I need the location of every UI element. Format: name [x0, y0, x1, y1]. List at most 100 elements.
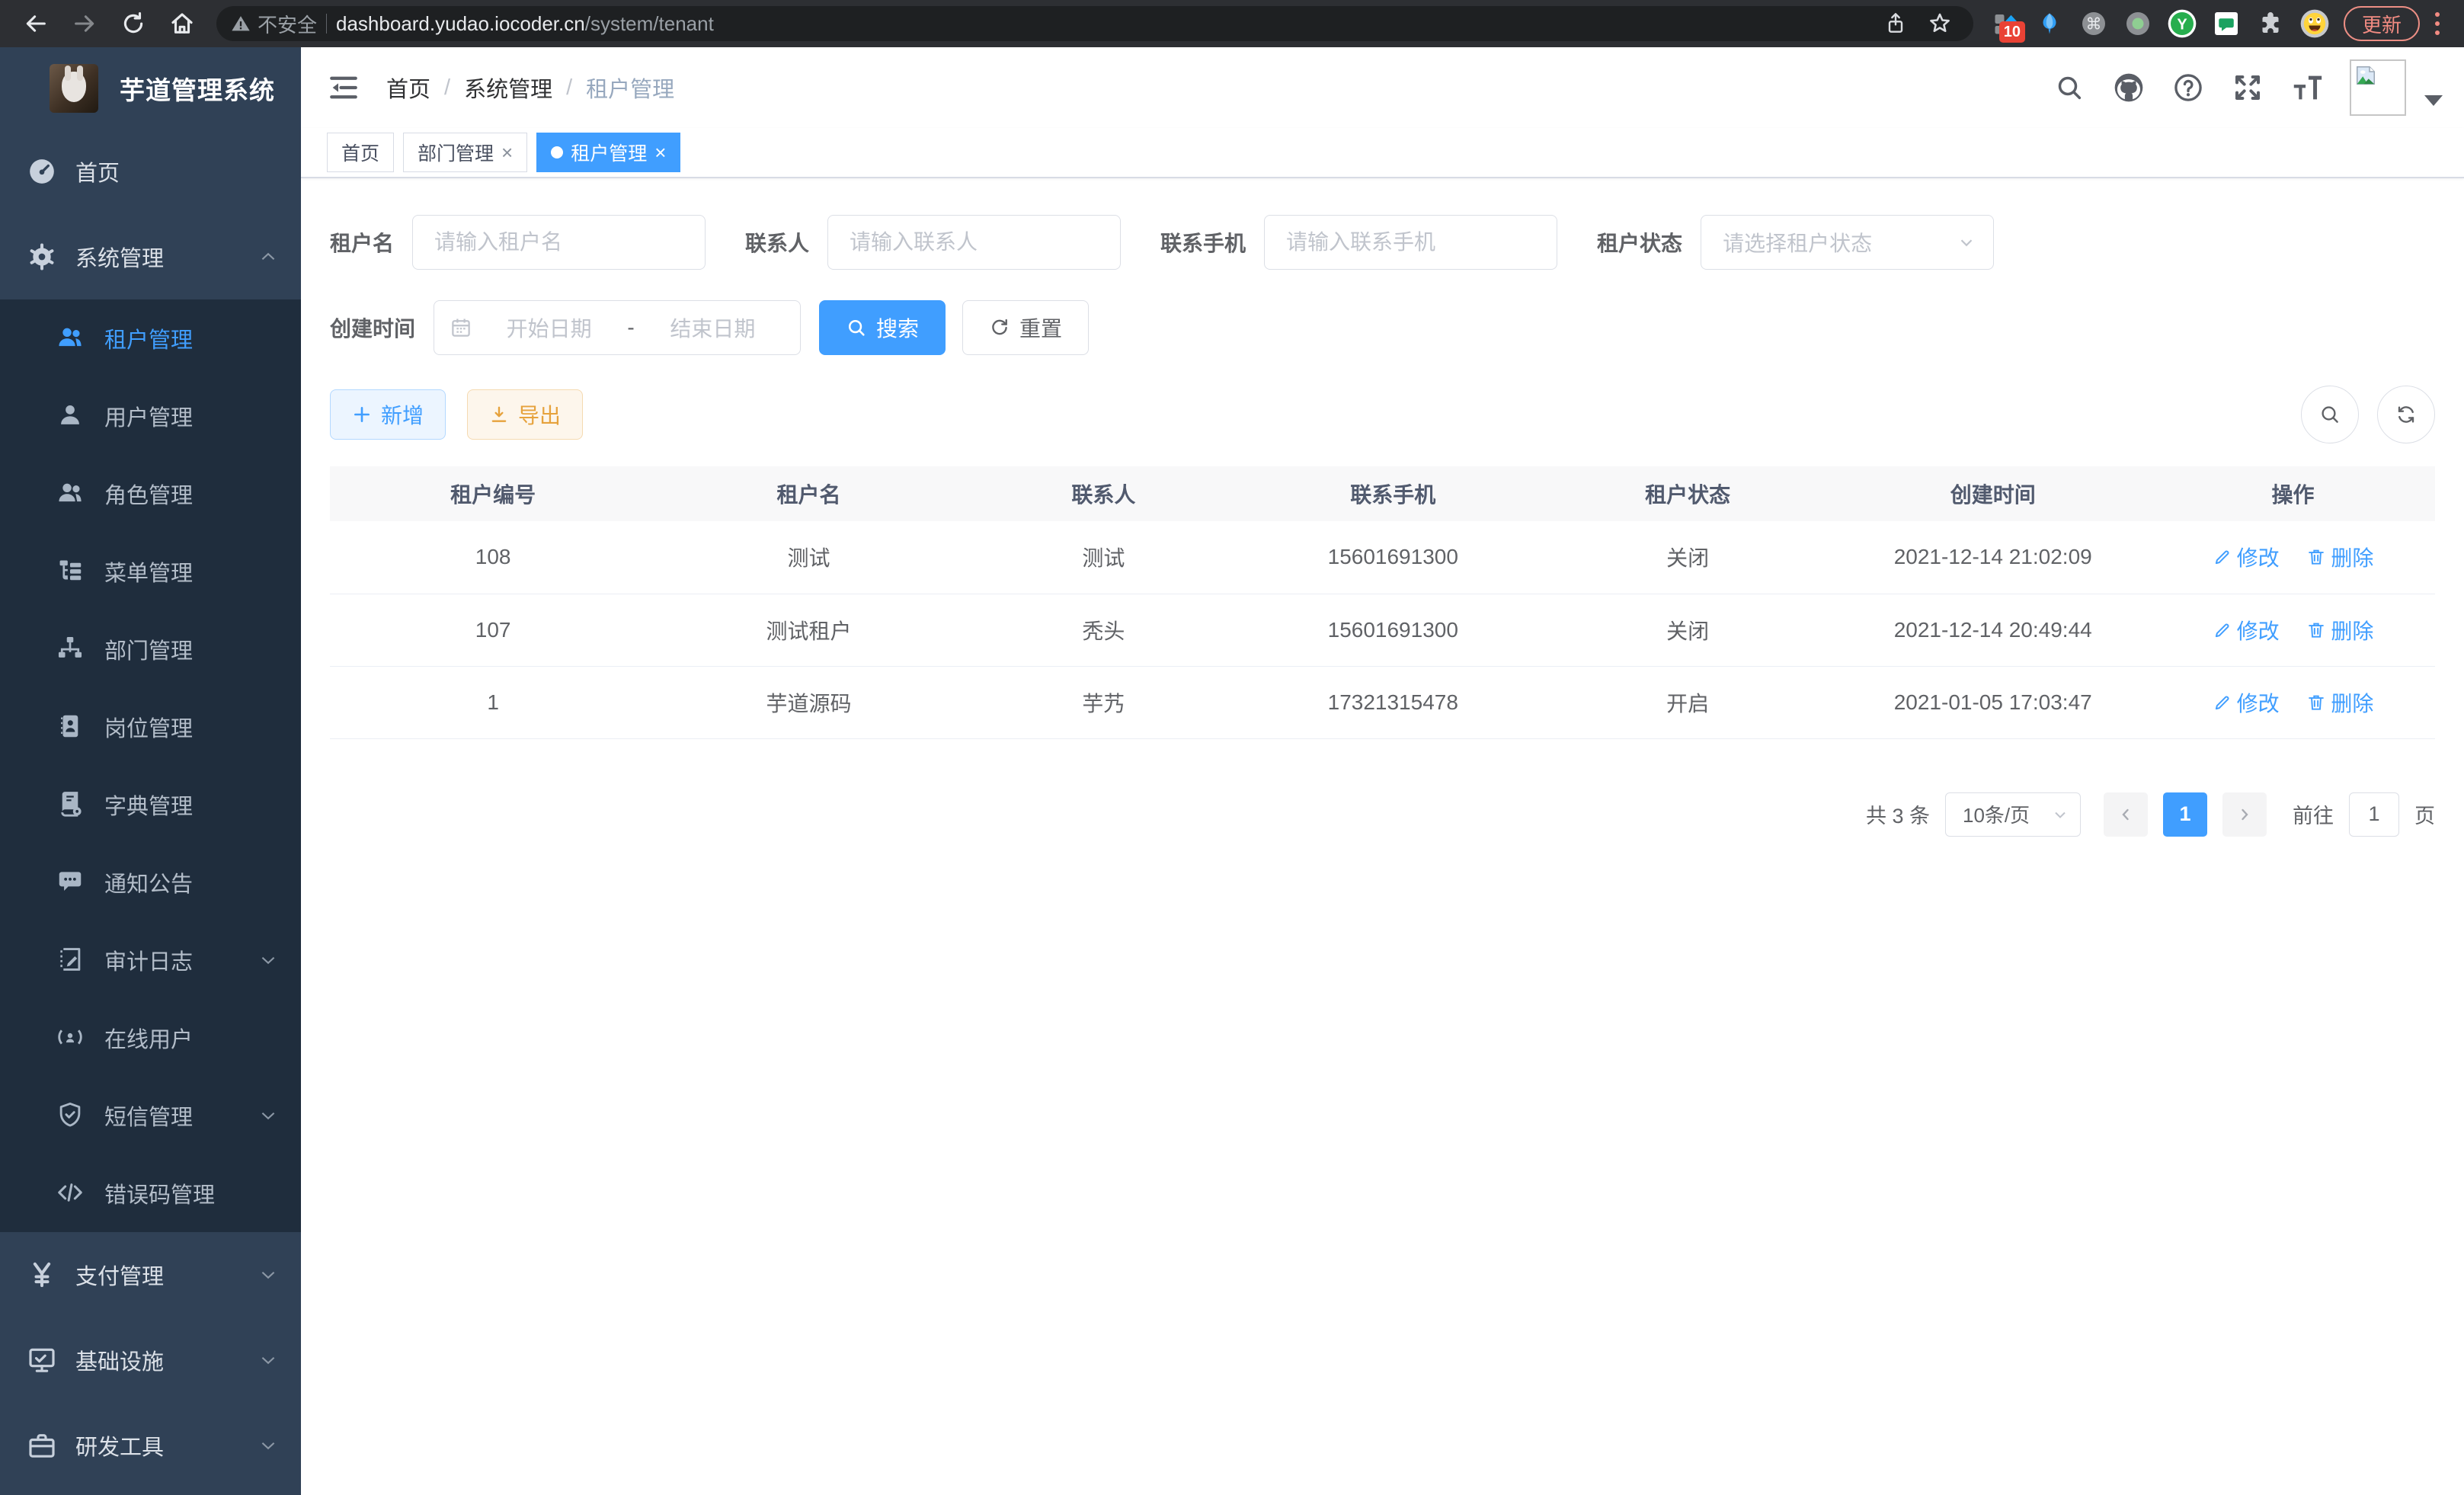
goto-label: 前往 — [2293, 799, 2334, 829]
delete-link[interactable]: 删除 — [2306, 687, 2373, 718]
home-icon[interactable] — [160, 6, 204, 41]
refresh-icon — [989, 317, 1010, 338]
sidebar-item-notice[interactable]: 通知公告 — [0, 844, 301, 921]
delete-link[interactable]: 删除 — [2306, 542, 2373, 572]
insecure-warning[interactable]: 不安全 — [230, 10, 317, 38]
col-mobile: 联系手机 — [1246, 466, 1541, 521]
update-button[interactable]: 更新 — [2344, 6, 2420, 41]
extension-lens-icon[interactable] — [2118, 6, 2158, 41]
goto-page-input[interactable] — [2349, 792, 2399, 837]
col-actions: 操作 — [2151, 466, 2435, 521]
extension-tampermonkey-icon[interactable]: 10 — [1986, 6, 2025, 41]
forward-icon[interactable] — [62, 6, 107, 41]
avatar[interactable] — [2350, 59, 2406, 116]
help-icon[interactable] — [2164, 63, 2213, 112]
avatar-caret-icon[interactable] — [2424, 95, 2443, 106]
extension-emoji-icon[interactable] — [2295, 6, 2334, 41]
github-icon[interactable] — [2104, 63, 2153, 112]
sidebar-item-user[interactable]: 用户管理 — [0, 377, 301, 455]
sidebar-item-menu[interactable]: 菜单管理 — [0, 533, 301, 610]
url-divider — [326, 14, 327, 34]
back-icon[interactable] — [14, 6, 58, 41]
date-range-picker[interactable]: 开始日期 - 结束日期 — [434, 300, 801, 355]
refresh-table-button[interactable] — [2377, 386, 2435, 443]
page-1-button[interactable]: 1 — [2163, 792, 2207, 837]
bookmark-star-icon[interactable] — [1920, 6, 1960, 41]
monitor-icon — [27, 1345, 57, 1375]
insecure-label: 不安全 — [258, 10, 317, 38]
search-icon — [846, 317, 867, 338]
col-tenant-id: 租户编号 — [330, 466, 656, 521]
chevron-down-icon — [258, 1106, 278, 1125]
address-bar[interactable]: 不安全 dashboard.yudao.iocoder.cn/system/te… — [216, 6, 1973, 41]
tenant-name-label: 租户名 — [330, 227, 394, 258]
sidebar-item-devtool[interactable]: 研发工具 — [0, 1403, 301, 1488]
close-icon[interactable]: × — [654, 142, 666, 162]
contact-input[interactable] — [827, 215, 1121, 270]
create-time-label: 创建时间 — [330, 312, 415, 343]
edit-link[interactable]: 修改 — [2213, 687, 2280, 718]
tab-home[interactable]: 首页 — [327, 133, 394, 172]
breadcrumb-system[interactable]: 系统管理 — [464, 72, 552, 104]
trash-icon — [2306, 547, 2326, 567]
sidebar-item-pay[interactable]: 支付管理 — [0, 1232, 301, 1317]
add-button[interactable]: 新增 — [330, 389, 446, 440]
breadcrumb-home[interactable]: 首页 — [386, 72, 430, 104]
code-icon — [56, 1178, 86, 1208]
extension-kite-icon[interactable] — [2030, 6, 2069, 41]
page-size-select[interactable]: 10条/页 — [1945, 792, 2081, 837]
extension-command-icon[interactable]: ⌘ — [2074, 6, 2114, 41]
plus-icon — [352, 405, 372, 424]
download-icon — [489, 405, 509, 424]
tab-dept[interactable]: 部门管理× — [403, 133, 527, 172]
reload-icon[interactable] — [111, 6, 155, 41]
extension-chat-icon[interactable] — [2206, 6, 2246, 41]
extension-y-icon[interactable]: Y — [2162, 6, 2202, 41]
export-button[interactable]: 导出 — [467, 389, 583, 440]
status-label: 租户状态 — [1597, 227, 1682, 258]
sidebar-item-dict[interactable]: 字典管理 — [0, 766, 301, 844]
url-text[interactable]: dashboard.yudao.iocoder.cn/system/tenant — [336, 12, 714, 36]
font-size-icon[interactable] — [2283, 63, 2331, 112]
sidebar-item-role[interactable]: 角色管理 — [0, 455, 301, 533]
next-page-button[interactable] — [2222, 792, 2267, 837]
extension-puzzle-icon[interactable] — [2251, 6, 2290, 41]
chevron-down-icon — [258, 1436, 278, 1455]
contact-label: 联系人 — [745, 227, 809, 258]
sidebar-item-dept[interactable]: 部门管理 — [0, 610, 301, 688]
mobile-input[interactable] — [1264, 215, 1557, 270]
share-icon[interactable] — [1876, 6, 1915, 41]
yen-icon — [27, 1260, 57, 1290]
prev-page-button[interactable] — [2104, 792, 2148, 837]
sidebar-item-system[interactable]: 系统管理 — [0, 214, 301, 299]
search-button[interactable]: 搜索 — [819, 300, 946, 355]
reset-button[interactable]: 重置 — [962, 300, 1089, 355]
sidebar-item-infra[interactable]: 基础设施 — [0, 1317, 301, 1403]
sidebar-logo[interactable]: 芋道管理系统 — [0, 47, 301, 129]
toggle-search-button[interactable] — [2301, 386, 2359, 443]
tab-tenant[interactable]: 租户管理× — [536, 133, 680, 172]
gear-icon — [27, 242, 57, 272]
sidebar-item-sms[interactable]: 短信管理 — [0, 1077, 301, 1154]
org-chart-icon — [56, 634, 86, 664]
tenant-name-input[interactable] — [412, 215, 706, 270]
sidebar-item-online-user[interactable]: 在线用户 — [0, 999, 301, 1077]
header-search-icon[interactable] — [2045, 63, 2094, 112]
calendar-icon — [450, 316, 472, 339]
sidebar-item-tenant[interactable]: 租户管理 — [0, 299, 301, 377]
status-select[interactable]: 请选择租户状态 — [1701, 215, 1994, 270]
sidebar-item-errcode[interactable]: 错误码管理 — [0, 1154, 301, 1232]
close-icon[interactable]: × — [501, 142, 513, 162]
edit-link[interactable]: 修改 — [2213, 542, 2280, 572]
logo-rabbit-image — [50, 64, 98, 113]
fullscreen-icon[interactable] — [2223, 63, 2272, 112]
browser-menu-icon[interactable] — [2424, 12, 2450, 35]
sidebar-collapse-icon[interactable] — [325, 69, 362, 106]
sidebar-item-post[interactable]: 岗位管理 — [0, 688, 301, 766]
delete-link[interactable]: 删除 — [2306, 615, 2373, 645]
sidebar-item-audit-log[interactable]: 审计日志 — [0, 921, 301, 999]
search-icon — [2318, 403, 2341, 426]
online-user-icon — [56, 1023, 86, 1053]
sidebar-item-home[interactable]: 首页 — [0, 129, 301, 214]
edit-link[interactable]: 修改 — [2213, 615, 2280, 645]
